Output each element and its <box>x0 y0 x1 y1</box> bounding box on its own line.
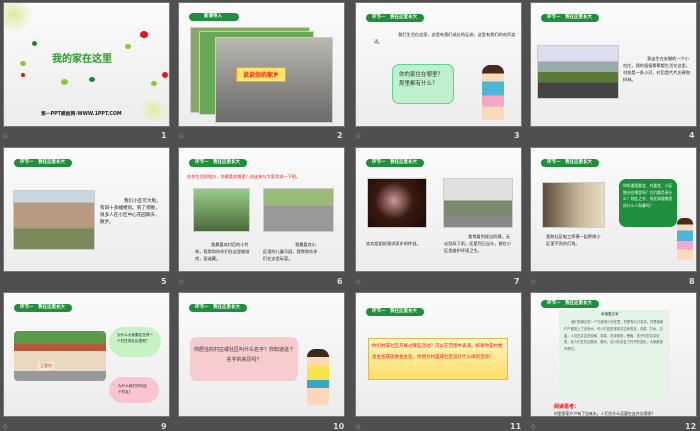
caption-right: 我最喜欢小区里的儿童乐园，我常和伙伴们在这里玩耍。 <box>263 242 318 261</box>
village-photo <box>537 45 619 99</box>
animation-star-icon[interactable]: ☆ <box>355 132 361 140</box>
dot <box>20 61 26 66</box>
slide-number: 1 <box>161 131 167 140</box>
caption-left: 欢欢姐姐给我讲家乡的传说。 <box>366 241 421 246</box>
slide-number: 2 <box>337 131 343 140</box>
branch-decoration <box>4 3 36 31</box>
slide-number: 9 <box>161 422 167 431</box>
animation-star-icon[interactable]: ☆ <box>178 278 184 286</box>
slide-number: 5 <box>161 277 167 286</box>
question-box: 你们村或社区开展过哪些活动？可以在范围中表演。如果你是村委会主任或居委会主任，你… <box>368 338 508 380</box>
animation-star-icon[interactable]: ☆ <box>2 132 8 140</box>
speech-bubble: 你居住的村庄或社区叫什么名字？你知道这个名字的来历吗？ <box>190 337 298 381</box>
banner: 说说你的家乡 <box>236 67 287 82</box>
section-pill: 环节一 我在这里长大 <box>366 308 424 316</box>
slide-number: 7 <box>514 277 520 286</box>
playground-photo <box>263 188 334 232</box>
speech-bubble: 你的家住在哪里？那里都有什么？ <box>392 64 454 104</box>
slide-thumbnail-11[interactable]: 环节一 我在这里长大 你们村或社区开展过哪些活动？可以在范围中表演。如果你是村委… <box>355 292 522 417</box>
slide-thumbnail-12[interactable]: 环节一 我在这里长大 幸福搬迁家 我们的家住在一个古老的小村庄里，村里有几口老井… <box>530 292 697 417</box>
girl-figure <box>677 218 693 260</box>
animation-star-icon[interactable]: ☆ <box>178 132 184 140</box>
slide-text: 我们生活在这里，这里有我们成长的足迹，这里有我们的欢声笑语。 <box>374 32 516 44</box>
animation-star-icon[interactable]: ☆ <box>530 278 536 286</box>
dot <box>32 41 37 46</box>
dot <box>125 44 131 49</box>
slide-thumbnail-1[interactable]: 我的家在这里 第一PPT模板网-WWW.1PPT.COM <box>3 2 170 127</box>
slide-thumbnail-7[interactable]: 环节一 我在这里长大 欢欢姐姐给我讲家乡的传说。 我常看到保洁阿姨，无论刮风下雨… <box>355 147 522 272</box>
speech-bubble: 你知道居委会、村委会、小区物业在哪里吗？它们都负责什么？除此之外，你还知道哪里的… <box>619 179 677 227</box>
slide-thumbnail-10[interactable]: 环节一 我在这里长大 你居住的村庄或社区叫什么名字？你知道这个名字的来历吗？ <box>178 292 345 417</box>
slide-thumbnail-2[interactable]: 新课导入 说说你的家乡 <box>178 2 345 127</box>
animation-star-icon[interactable]: ☆ <box>355 423 361 431</box>
slide-text: 我们小区可大啦，有四十多幢楼房。到了傍晚，很多人在小区中心花园聊天、散步。 <box>100 199 161 225</box>
caption-right: 我常看到保洁阿姨，无论刮风下雨，还是烈日当头，都在小区里维护环境卫生。 <box>444 234 512 253</box>
animation-star-icon[interactable]: ☆ <box>530 423 536 431</box>
slide-thumbnail-6[interactable]: 环节一 我在这里长大 在你生活的地方，你最喜欢哪里？说出来与大家交流一下吧。 我… <box>178 147 345 272</box>
storytelling-photo <box>367 178 427 228</box>
thought-cloud: 为什么我们村叫这个村名？ <box>109 377 159 403</box>
slide-thumbnail-3[interactable]: 环节一 我在这里长大 我们生活在这里，这里有我们成长的足迹，这里有我们的欢声笑语… <box>355 2 522 127</box>
village-sign: 王家村 <box>38 362 54 370</box>
apartments-photo <box>13 190 95 250</box>
dot <box>61 79 68 85</box>
slide-number: 10 <box>333 422 345 431</box>
dot <box>89 77 95 82</box>
animation-star-icon[interactable]: ☆ <box>2 423 8 431</box>
section-pill: 环节一 我在这里长大 <box>14 159 72 167</box>
section-pill: 环节一 我在这里长大 <box>189 304 247 312</box>
slide-number: 3 <box>514 131 520 140</box>
slide-thumbnail-8[interactable]: 环节一 我在这里长大 我和社区电工师傅一起更换小区里不亮的灯泡。 你知道居委会、… <box>530 147 697 272</box>
slide-number: 6 <box>337 277 343 286</box>
slide-number: 8 <box>689 277 695 286</box>
question-label: 阅读思考： <box>554 404 580 410</box>
slide-title: 我的家在这里 <box>52 54 112 65</box>
animation-star-icon[interactable]: ☆ <box>355 278 361 286</box>
prompt-text: 在你生活的地方，你最喜欢哪里？说出来与大家交流一下吧。 <box>187 174 301 179</box>
slide-number: 11 <box>510 422 522 431</box>
branch-decoration <box>139 98 167 122</box>
section-pill: 环节一 我在这里长大 <box>541 300 599 308</box>
section-pill: 环节一 我在这里长大 <box>14 304 72 312</box>
dot <box>151 81 157 86</box>
section-pill: 环节一 我在这里长大 <box>366 159 424 167</box>
slide-thumbnail-5[interactable]: 环节一 我在这里长大 我们小区可大啦，有四十多幢楼房。到了傍晚，很多人在小区中心… <box>3 147 170 272</box>
section-pill: 环节一 我在这里长大 <box>541 159 599 167</box>
section-pill: 环节一 我在这里长大 <box>366 14 424 22</box>
caption: 我和社区电工师傅一起更换小区里不亮的灯泡。 <box>546 234 601 246</box>
slide-thumbnail-9[interactable]: 环节一 我在这里长大 王家村 为什么大家要住在同一个村庄或社区里呢？ 为什么我们… <box>3 292 170 417</box>
slide-number: 4 <box>689 131 695 140</box>
street-lamp-photo <box>542 182 605 228</box>
dot <box>21 73 25 77</box>
boy-figure <box>307 349 329 405</box>
street-cleaner-photo <box>443 178 513 228</box>
caption-left: 我最喜欢村后的小竹林，我常和伙伴们在这里做游戏，捉迷藏。 <box>195 242 250 261</box>
slide-text: 我出生在安徽的一个小村庄，我的祖祖辈辈都生活在这里。村前是一条小河，村后是片片庄… <box>623 56 691 82</box>
village-house-illustration <box>14 331 106 381</box>
section-pill: 新课导入 <box>189 13 239 21</box>
slide-thumbnail-4[interactable]: 环节一 我在这里长大 我出生在安徽的一个小村庄，我的祖祖辈辈都生活在这里。村前是… <box>530 2 697 127</box>
slide-number: 12 <box>685 422 697 431</box>
article-title: 幸福搬迁家 <box>601 312 619 316</box>
dot <box>140 31 148 38</box>
section-pill: 环节一 我在这里长大 <box>541 14 599 22</box>
dot <box>162 72 168 78</box>
section-pill: 环节一 我在这里长大 <box>189 159 247 167</box>
question-text: 村里家家户户有了自来水，人们为什么还要在这井边用呢？ <box>554 411 656 416</box>
article-body: 我们的家住在一个古老的小村庄里，村里有几口老井。村里家家户户都用上了自来水，可人… <box>564 320 664 352</box>
bamboo-photo <box>193 188 250 232</box>
slide-footer: 第一PPT模板网-WWW.1PPT.COM <box>41 112 122 117</box>
girl-figure <box>482 65 504 120</box>
thought-cloud: 为什么大家要住在同一个村庄或社区里呢？ <box>109 327 161 357</box>
